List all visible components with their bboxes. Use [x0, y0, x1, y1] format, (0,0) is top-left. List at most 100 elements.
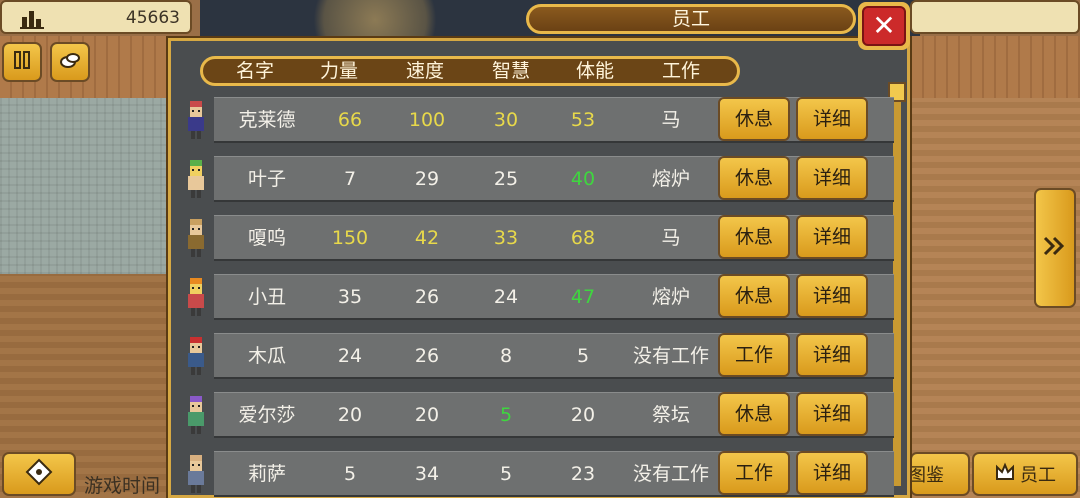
staff-job: 马	[661, 109, 681, 131]
staff-strength: 150	[331, 227, 369, 249]
pause-icon	[12, 50, 32, 74]
gold-value: 45663	[125, 8, 180, 28]
double-chevron-right-icon	[1042, 235, 1068, 261]
staff-strength: 20	[337, 404, 363, 426]
column-header-strength: 力量	[319, 60, 358, 82]
details-button[interactable]: 详细	[796, 392, 868, 436]
character-sprite-icon	[188, 160, 204, 198]
staff-wisdom: 5	[499, 463, 513, 485]
rest-button[interactable]: 休息	[718, 97, 790, 141]
rest-button[interactable]: 休息	[718, 274, 790, 318]
staff-job: 熔炉	[651, 168, 690, 190]
crown-icon	[994, 461, 1016, 488]
encyclopedia-label: 图鉴	[910, 465, 944, 486]
rest-button[interactable]: 休息	[718, 215, 790, 259]
staff-name: 克莱德	[238, 109, 296, 131]
rest-button[interactable]: 休息	[718, 392, 790, 436]
staff-job: 没有工作	[632, 345, 709, 367]
dialog-title: 员工	[526, 4, 856, 34]
staff-wisdom: 25	[493, 168, 519, 190]
staff-row: 克莱德 66 100 30 53 马 休息 详细	[180, 97, 894, 143]
details-button[interactable]: 详细	[796, 97, 868, 141]
staff-speed: 100	[408, 109, 446, 131]
staff-stamina: 53	[570, 109, 596, 131]
staff-stamina: 23	[570, 463, 596, 485]
scrollbar-track[interactable]	[893, 90, 901, 486]
staff-button[interactable]: 员工	[972, 452, 1078, 496]
column-header-name: 名字	[235, 60, 274, 82]
close-icon: ✕	[862, 6, 906, 46]
staff-stamina: 20	[570, 404, 596, 426]
staff-row: 爱尔莎 20 20 5 20 祭坛 休息 详细	[180, 392, 894, 438]
column-header-speed: 速度	[405, 60, 444, 82]
staff-wisdom: 33	[493, 227, 519, 249]
staff-wisdom: 30	[493, 109, 519, 131]
staff-stamina: 5	[576, 345, 590, 367]
staff-name: 爱尔莎	[238, 404, 296, 426]
character-sprite-icon	[188, 455, 204, 493]
staff-job: 祭坛	[651, 404, 690, 426]
staff-row: 嗄呜 150 42 33 68 马 休息 详细	[180, 215, 894, 261]
staff-name: 叶子	[247, 168, 286, 190]
table-header: 名字 力量 速度 智慧 体能 工作	[200, 56, 740, 86]
character-sprite-icon	[188, 278, 204, 316]
encyclopedia-button[interactable]: 图鉴	[910, 452, 970, 496]
stone-floor-tiles	[0, 98, 175, 274]
staff-stamina: 68	[570, 227, 596, 249]
assign-work-button[interactable]: 工作	[718, 333, 790, 377]
staff-strength: 35	[337, 286, 363, 308]
staff-row: 莉萨 5 34 5 23 没有工作 工作 详细	[180, 451, 894, 497]
staff-job: 马	[661, 227, 681, 249]
staff-wisdom: 8	[499, 345, 513, 367]
staff-strength: 66	[337, 109, 363, 131]
items-button[interactable]	[50, 42, 90, 82]
staff-speed: 26	[414, 286, 440, 308]
staff-speed: 29	[414, 168, 440, 190]
character-sprite-icon	[188, 337, 204, 375]
column-header-stamina: 体能	[575, 60, 614, 82]
next-page-button[interactable]	[1034, 188, 1076, 308]
staff-job: 熔炉	[651, 286, 690, 308]
column-header-wisdom: 智慧	[491, 60, 530, 82]
staff-button-label: 员工	[1020, 465, 1056, 486]
staff-row: 叶子 7 29 25 40 熔炉 休息 详细	[180, 156, 894, 202]
pause-button[interactable]	[2, 42, 42, 82]
bag-icon	[59, 49, 81, 75]
staff-name: 小丑	[247, 286, 286, 308]
details-button[interactable]: 详细	[796, 333, 868, 377]
assign-work-button[interactable]: 工作	[718, 451, 790, 495]
details-button[interactable]: 详细	[796, 215, 868, 259]
character-sprite-icon	[188, 396, 204, 434]
gold-counter: 45663	[0, 0, 192, 34]
staff-name: 木瓜	[247, 345, 286, 367]
character-sprite-icon	[188, 101, 204, 139]
column-header-job: 工作	[661, 60, 700, 82]
staff-row: 木瓜 24 26 8 5 没有工作 工作 详细	[180, 333, 894, 379]
staff-speed: 20	[414, 404, 440, 426]
staff-strength: 7	[343, 168, 357, 190]
game-time-label: 游戏时间	[84, 475, 161, 497]
dpad-button[interactable]	[2, 452, 76, 496]
bar-chart-icon	[20, 7, 46, 33]
rest-button[interactable]: 休息	[718, 156, 790, 200]
close-button[interactable]: ✕	[858, 2, 910, 50]
staff-job: 没有工作	[632, 463, 709, 485]
details-button[interactable]: 详细	[796, 274, 868, 318]
staff-name: 莉萨	[247, 463, 286, 485]
character-sprite-icon	[188, 219, 204, 257]
staff-stamina: 47	[570, 286, 596, 308]
staff-wisdom: 24	[493, 286, 519, 308]
staff-strength: 24	[337, 345, 363, 367]
dpad-icon	[25, 458, 53, 490]
staff-speed: 34	[414, 463, 440, 485]
staff-row: 小丑 35 26 24 47 熔炉 休息 详细	[180, 274, 894, 320]
details-button[interactable]: 详细	[796, 156, 868, 200]
staff-wisdom: 5	[499, 404, 513, 426]
staff-strength: 5	[343, 463, 357, 485]
top-right-bar	[910, 0, 1080, 34]
staff-speed: 42	[414, 227, 440, 249]
staff-name: 嗄呜	[247, 227, 286, 249]
staff-stamina: 40	[570, 168, 596, 190]
staff-speed: 26	[414, 345, 440, 367]
details-button[interactable]: 详细	[796, 451, 868, 495]
